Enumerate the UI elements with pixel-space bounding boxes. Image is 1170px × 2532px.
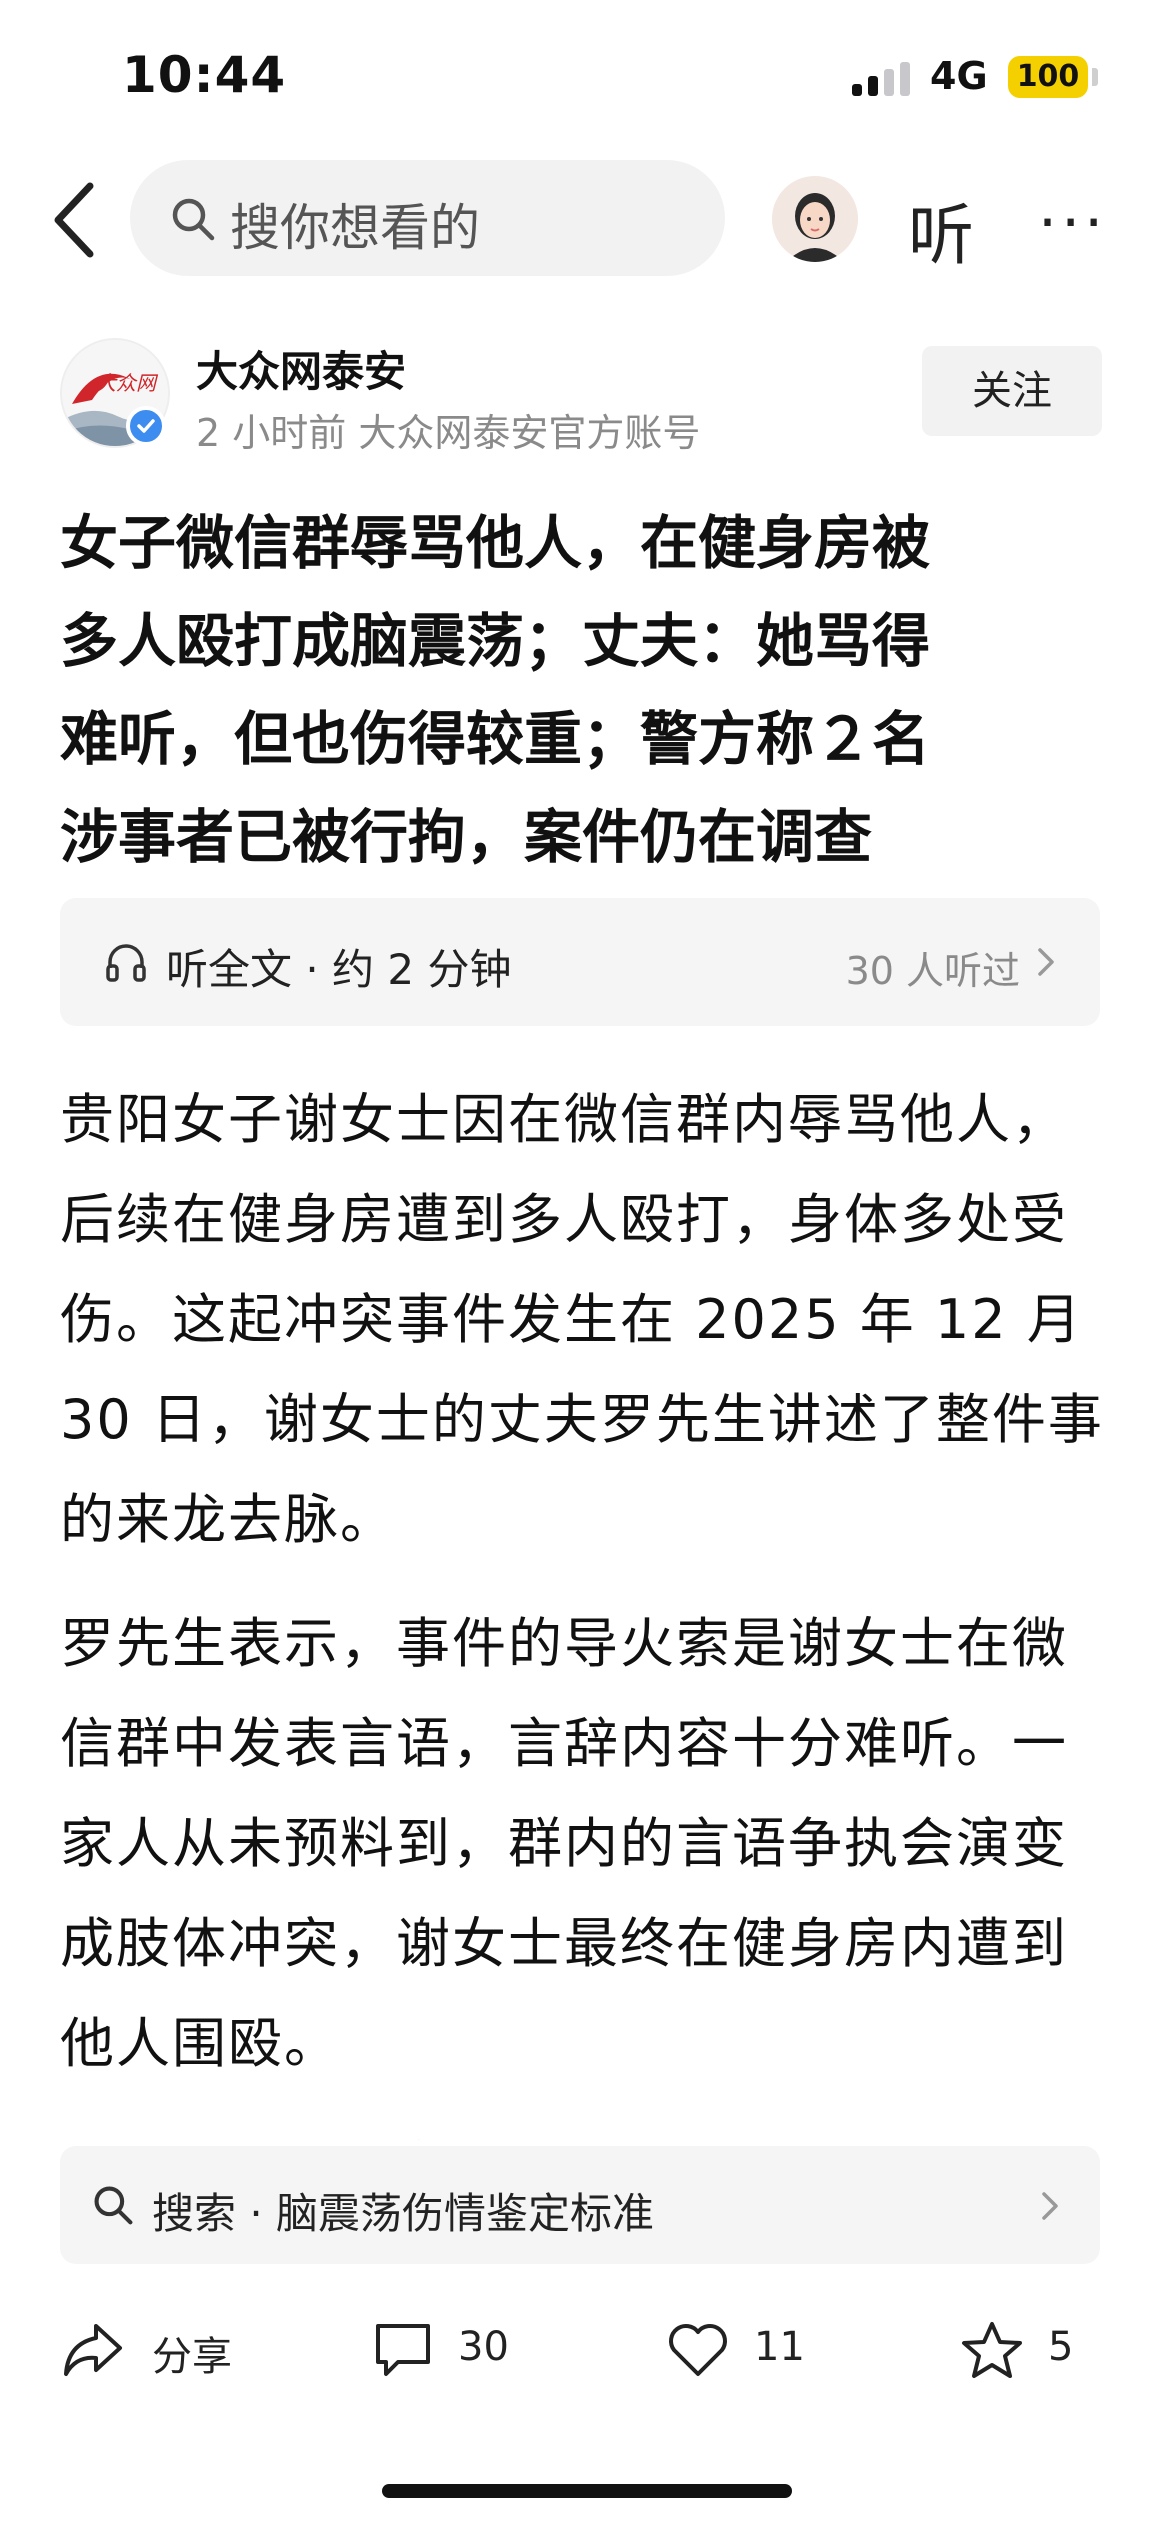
bottom-action-bar: 分享 30 11 5: [0, 2290, 1170, 2420]
article-paragraph: 罗先生表示，事件的导火索是谢女士在微信群中发表言语，言辞内容十分难听。一家人从未…: [60, 1612, 1068, 2075]
article-paragraph: 贵阳女子谢女士因在微信群内辱骂他人，后续在健身房遭到多人殴打，身体多处受伤。这起…: [60, 1088, 1104, 1551]
author-meta: 2 小时前 大众网泰安官方账号: [196, 411, 701, 455]
battery-tip: [1092, 68, 1098, 86]
back-icon[interactable]: [50, 180, 100, 260]
status-bar: 10:44 4G 100: [0, 0, 1170, 150]
battery-icon: 100: [1008, 56, 1088, 98]
article-title-line: 多人殴打成脑震荡；丈夫：她骂得: [60, 607, 931, 675]
reader-avatar[interactable]: [772, 176, 858, 262]
follow-button[interactable]: 关注: [922, 346, 1102, 436]
comment-icon: [376, 2324, 430, 2376]
favorite-count: 5: [1048, 2324, 1074, 2370]
article-title-line: 女子微信群辱骂他人，在健身房被: [60, 509, 931, 577]
favorite-button[interactable]: 5: [960, 2312, 1130, 2392]
heart-icon: [669, 2324, 727, 2376]
status-time: 10:44: [122, 46, 287, 104]
chevron-right-icon: [1042, 2192, 1058, 2220]
network-type: 4G: [930, 54, 988, 98]
suggestion-text: 搜索 · 脑震荡伤情鉴定标准: [152, 2189, 655, 2238]
listen-count: 30 人听过: [845, 949, 1020, 993]
chevron-right-icon: [1038, 948, 1054, 976]
comment-count: 30: [458, 2324, 509, 2370]
more-options-button[interactable]: ···: [1038, 188, 1107, 258]
search-icon: [172, 198, 215, 241]
author-name[interactable]: 大众网泰安: [196, 338, 406, 399]
article-body: 贵阳女子谢女士因在微信群内辱骂他人，后续在健身房遭到多人殴打，身体多处受伤。这起…: [60, 1070, 1120, 2140]
headphone-icon: [106, 944, 146, 982]
signal-icon: [852, 62, 910, 96]
listen-button[interactable]: 听: [908, 182, 974, 278]
star-icon: [962, 2322, 1022, 2378]
article-title: 女子微信群辱骂他人，在健身房被 多人殴打成脑震荡；丈夫：她骂得 难听，但也伤得较…: [60, 494, 1120, 886]
search-placeholder: 搜你想看的: [230, 199, 480, 257]
search-icon: [94, 2186, 133, 2225]
comment-button[interactable]: 30: [372, 2312, 572, 2392]
search-input[interactable]: 搜你想看的: [130, 160, 725, 276]
listen-full-text-bar[interactable]: 听全文 · 约 2 分钟 30 人听过: [60, 898, 1100, 1026]
svg-text:大众网: 大众网: [96, 371, 159, 395]
reader-avatar-illustration: [772, 176, 858, 262]
like-button[interactable]: 11: [666, 2312, 866, 2392]
share-button[interactable]: 分享: [60, 2312, 260, 2392]
share-icon: [64, 2324, 122, 2376]
listen-full-text-label: 听全文 · 约 2 分钟: [166, 945, 512, 994]
article-title-line: 涉事者已被行拘，案件仍在调查: [60, 803, 873, 871]
like-count: 11: [754, 2324, 805, 2370]
share-label: 分享: [152, 2334, 232, 2380]
related-search-suggestion[interactable]: 搜索 · 脑震荡伤情鉴定标准: [60, 2146, 1100, 2264]
article-title-line: 难听，但也伤得较重；警方称２名: [60, 705, 931, 773]
article-paragraph: 事发之后，谢女士前去筑，时间先知: [60, 2118, 1120, 2140]
verified-badge-icon: [126, 406, 166, 446]
home-indicator[interactable]: [382, 2484, 792, 2498]
